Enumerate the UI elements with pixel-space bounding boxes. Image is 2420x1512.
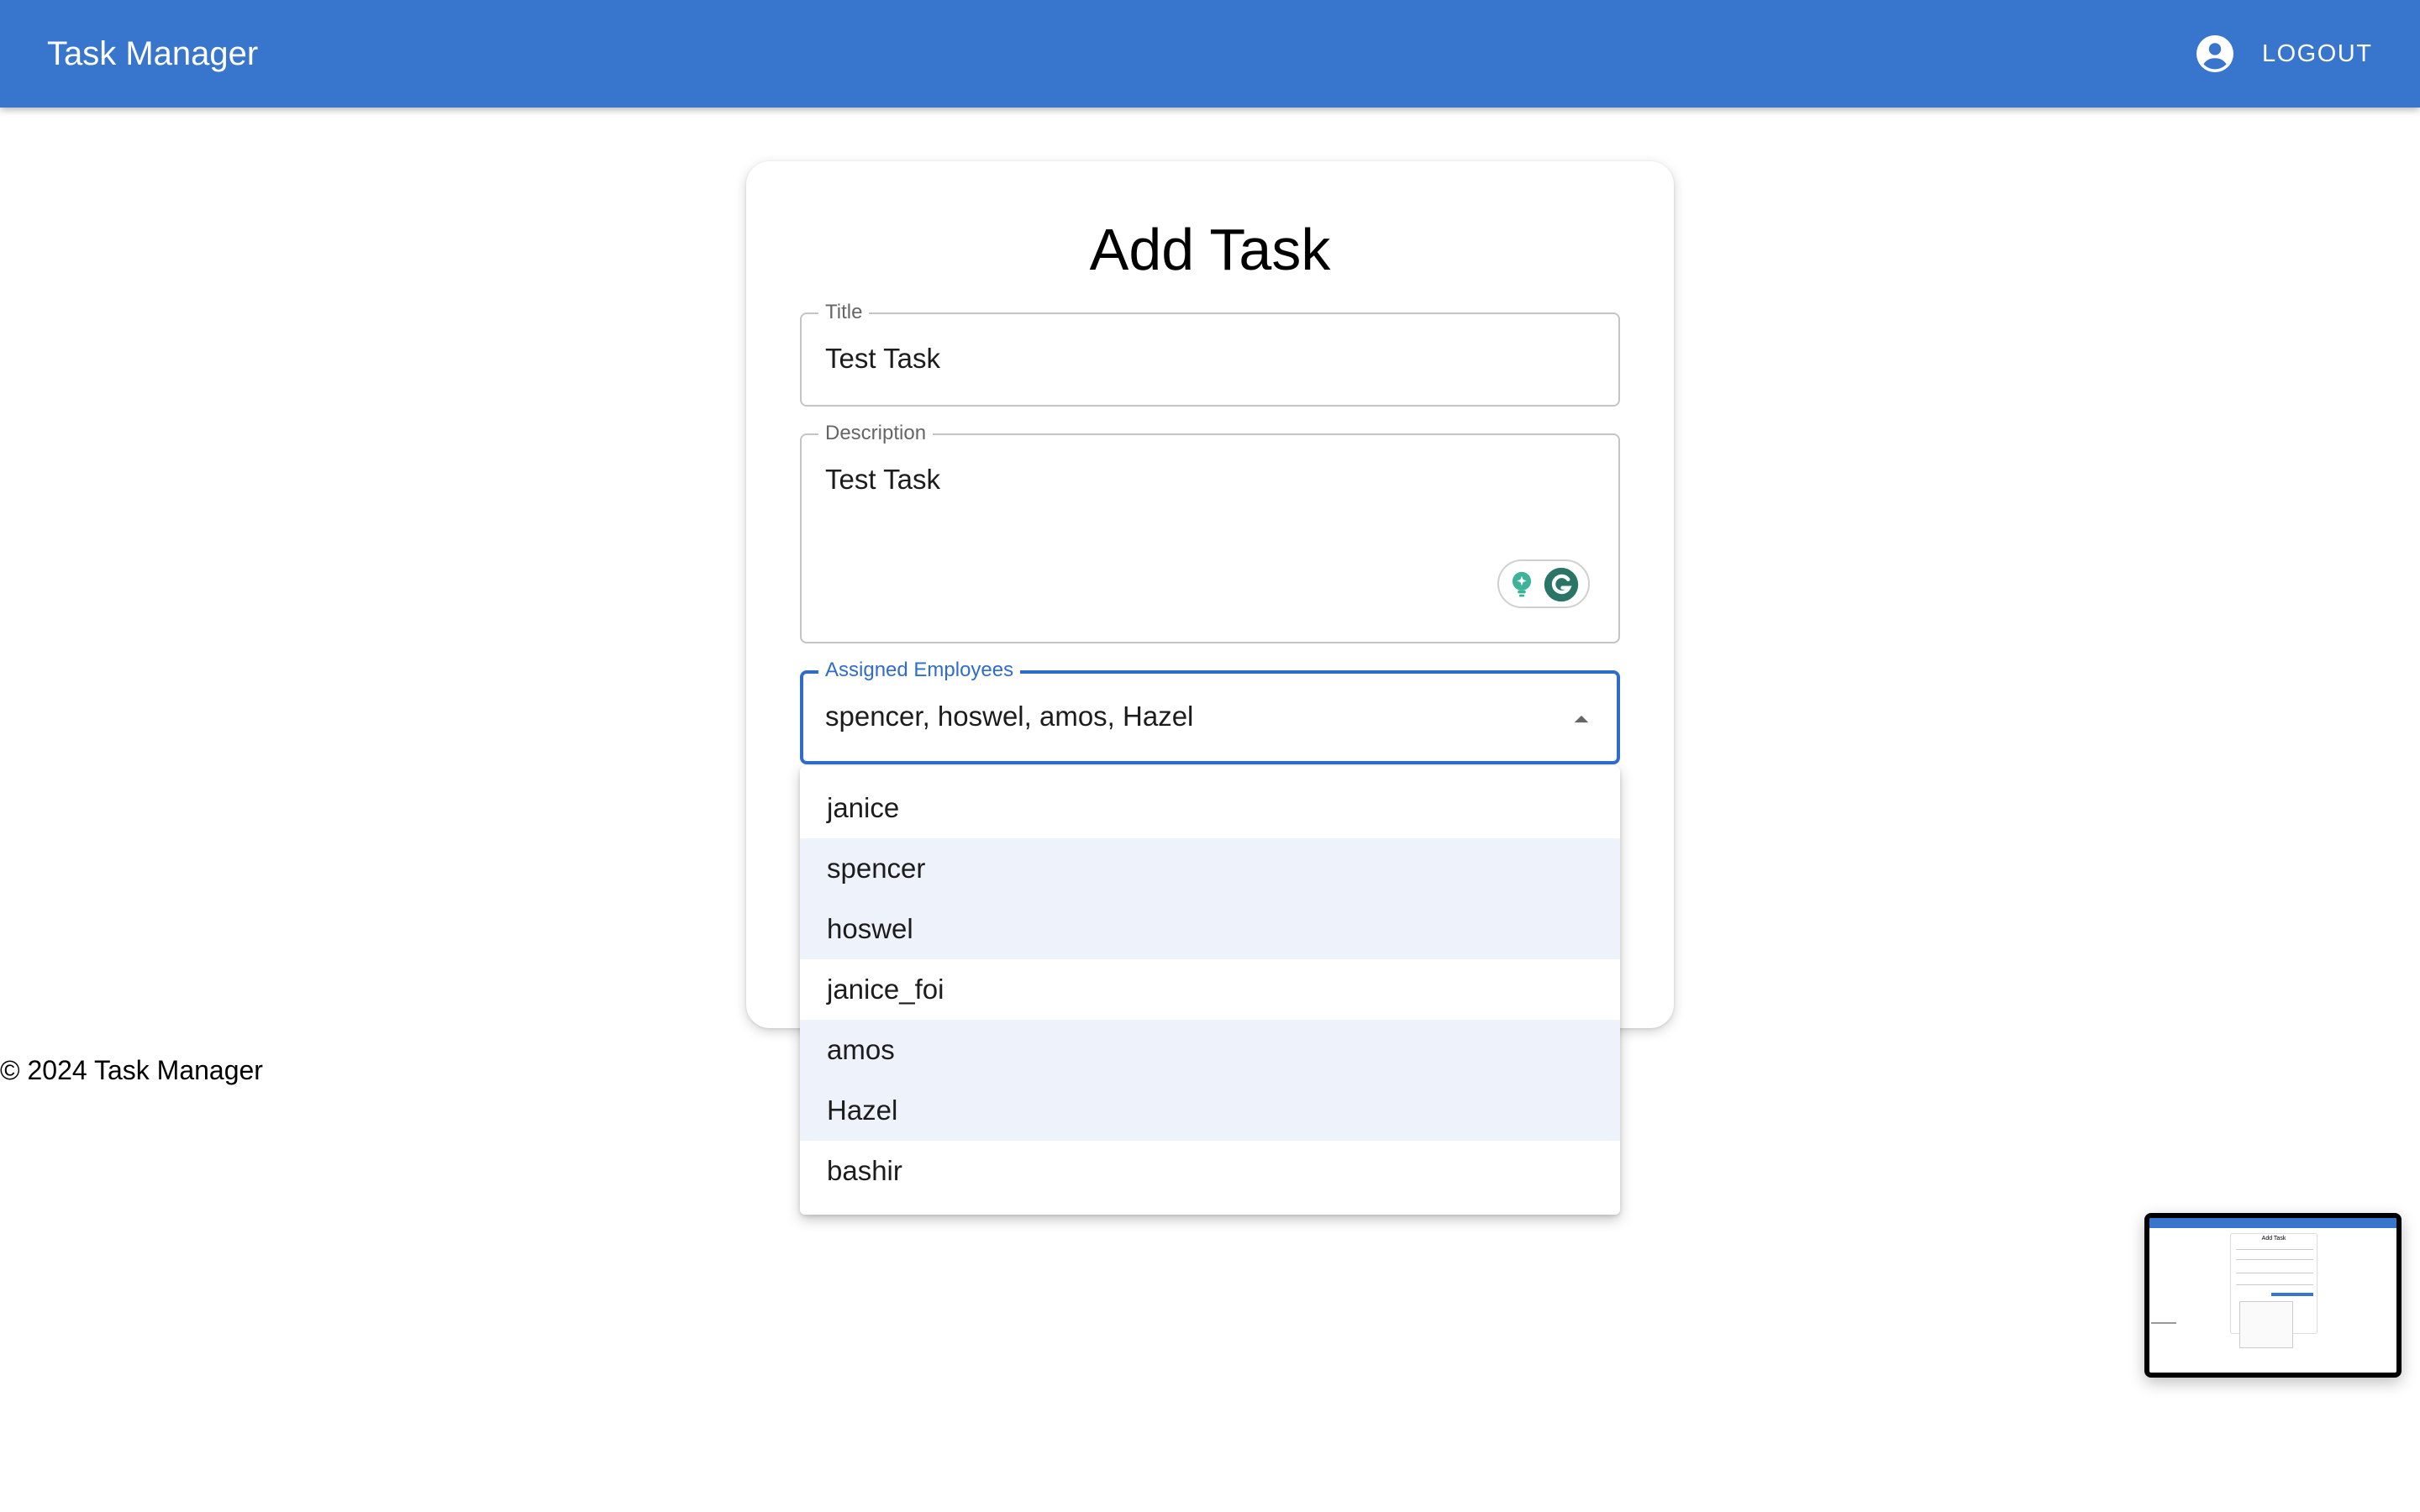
option-hoswel[interactable]: hoswel <box>800 899 1620 959</box>
title-field-value[interactable]: Test Task <box>825 343 940 375</box>
thumbnail-calendar <box>2239 1301 2293 1348</box>
grammarly-g-icon[interactable] <box>1543 566 1580 603</box>
account-circle-icon <box>2196 35 2233 72</box>
description-field-value[interactable]: Test Task <box>825 464 940 496</box>
option-spencer[interactable]: spencer <box>800 838 1620 899</box>
app-bar: Task Manager LOGOUT <box>0 0 2420 108</box>
title-field-label: Title <box>818 301 870 324</box>
grammarly-widget[interactable] <box>1497 559 1590 608</box>
thumbnail-app-bar <box>2149 1218 2396 1228</box>
thumbnail-heading: Add Task <box>2261 1236 2286 1242</box>
option-hazel[interactable]: Hazel <box>800 1080 1620 1141</box>
description-field-label: Description <box>818 422 934 445</box>
employee-options-menu: janice spencer hoswel janice_foi amos Ha… <box>800 766 1620 1215</box>
screenshot-thumbnail[interactable]: Add Task <box>2144 1213 2402 1378</box>
thumbnail-line <box>2236 1249 2313 1250</box>
arrow-up-icon <box>1574 715 1589 723</box>
option-janice-foi[interactable]: janice_foi <box>800 959 1620 1020</box>
lightbulb-icon[interactable] <box>1506 568 1538 600</box>
dropdown-toggle[interactable] <box>1565 702 1598 736</box>
title-field[interactable]: Title Test Task <box>800 301 1620 407</box>
logout-button[interactable]: LOGOUT <box>2249 0 2386 108</box>
thumbnail-button <box>2271 1293 2313 1296</box>
assigned-employees-value[interactable]: spencer, hoswel, amos, Hazel <box>825 701 1193 732</box>
description-field[interactable]: Description Test Task <box>800 422 1620 643</box>
assigned-employees-label: Assigned Employees <box>818 659 1021 682</box>
app-title: Task Manager <box>47 35 259 72</box>
thumbnail-footer <box>2151 1322 2176 1324</box>
option-bashir[interactable]: bashir <box>800 1141 1620 1201</box>
footer-copyright: © 2024 Task Manager <box>0 1055 263 1085</box>
page-title: Add Task <box>1089 217 1331 282</box>
assigned-employees-select[interactable]: Assigned Employees spencer, hoswel, amos… <box>800 659 1620 764</box>
option-janice[interactable]: janice <box>800 778 1620 838</box>
account-button[interactable] <box>2195 34 2235 74</box>
thumbnail-line <box>2236 1284 2313 1285</box>
thumbnail-card: Add Task <box>2230 1233 2317 1348</box>
option-amos[interactable]: amos <box>800 1020 1620 1080</box>
thumbnail-line <box>2236 1259 2313 1260</box>
